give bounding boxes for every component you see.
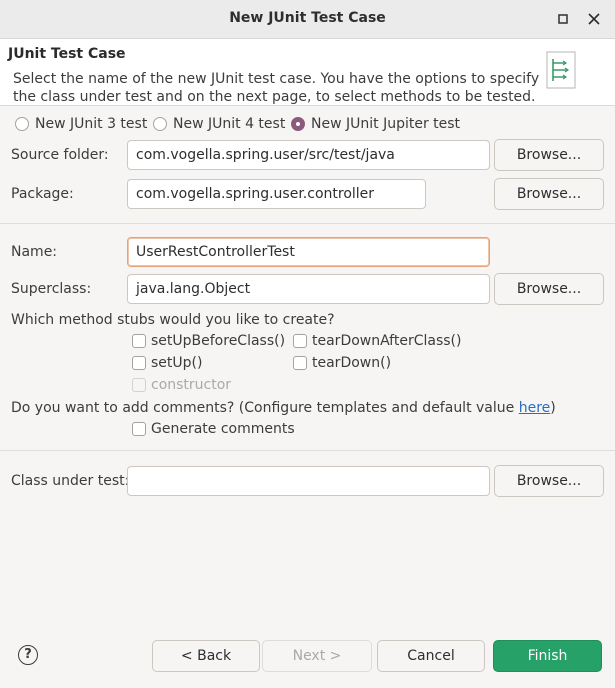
radio-junit-jupiter[interactable] [291, 117, 305, 131]
radio-junit-jupiter-label[interactable]: New JUnit Jupiter test [311, 116, 460, 132]
radio-junit3[interactable] [15, 117, 29, 131]
description-line-2: the class under test and on the next pag… [13, 89, 536, 105]
radio-junit3-label[interactable]: New JUnit 3 test [35, 116, 147, 132]
comments-question: Do you want to add comments? (Configure … [11, 400, 556, 416]
separator [0, 450, 615, 451]
description-line-1: Select the name of the new JUnit test ca… [13, 71, 540, 87]
source-folder-input[interactable]: com.vogella.spring.user/src/test/java [127, 140, 490, 170]
configure-templates-link[interactable]: here [519, 400, 551, 416]
minimize-icon[interactable] [552, 8, 574, 30]
name-label: Name: [11, 244, 58, 260]
checkbox-setup[interactable] [132, 356, 146, 370]
class-under-test-browse-button[interactable]: Browse... [494, 465, 604, 497]
title-bar[interactable]: New JUnit Test Case [0, 0, 615, 39]
method-stubs-question: Which method stubs would you like to cre… [11, 312, 335, 328]
checkbox-teardown-label[interactable]: tearDown() [312, 355, 391, 371]
checkbox-setup-before-class-label[interactable]: setUpBeforeClass() [151, 333, 285, 349]
name-input[interactable]: UserRestControllerTest [127, 237, 490, 267]
junit-wizard-icon [546, 51, 576, 89]
checkbox-teardown-after-class-label[interactable]: tearDownAfterClass() [312, 333, 461, 349]
checkbox-setup-label[interactable]: setUp() [151, 355, 202, 371]
superclass-label: Superclass: [11, 281, 92, 297]
class-under-test-input[interactable] [127, 466, 490, 496]
superclass-input[interactable]: java.lang.Object [127, 274, 490, 304]
checkbox-teardown[interactable] [293, 356, 307, 370]
checkbox-generate-comments-label[interactable]: Generate comments [151, 421, 295, 437]
next-button: Next > [262, 640, 372, 672]
package-input[interactable]: com.vogella.spring.user.controller [127, 179, 426, 209]
cancel-button[interactable]: Cancel [377, 640, 485, 672]
comments-question-text: Do you want to add comments? (Configure … [11, 400, 519, 416]
package-browse-button[interactable]: Browse... [494, 178, 604, 210]
checkbox-generate-comments[interactable] [132, 422, 146, 436]
superclass-browse-button[interactable]: Browse... [494, 273, 604, 305]
source-folder-browse-button[interactable]: Browse... [494, 139, 604, 171]
close-icon[interactable] [583, 8, 605, 30]
package-label: Package: [11, 186, 74, 202]
wizard-header: JUnit Test Case Select the name of the n… [0, 39, 615, 106]
back-button[interactable]: < Back [152, 640, 260, 672]
help-icon[interactable]: ? [18, 645, 38, 665]
page-title: JUnit Test Case [8, 46, 126, 62]
class-under-test-label: Class under test: [11, 473, 130, 489]
source-folder-label: Source folder: [11, 147, 109, 163]
checkbox-setup-before-class[interactable] [132, 334, 146, 348]
checkbox-teardown-after-class[interactable] [293, 334, 307, 348]
radio-junit4[interactable] [153, 117, 167, 131]
comments-question-suffix: ) [550, 400, 556, 416]
separator [0, 223, 615, 224]
finish-button[interactable]: Finish [493, 640, 602, 672]
checkbox-constructor-label: constructor [151, 377, 232, 393]
checkbox-constructor [132, 378, 146, 392]
radio-junit4-label[interactable]: New JUnit 4 test [173, 116, 285, 132]
window-title: New JUnit Test Case [229, 10, 386, 26]
